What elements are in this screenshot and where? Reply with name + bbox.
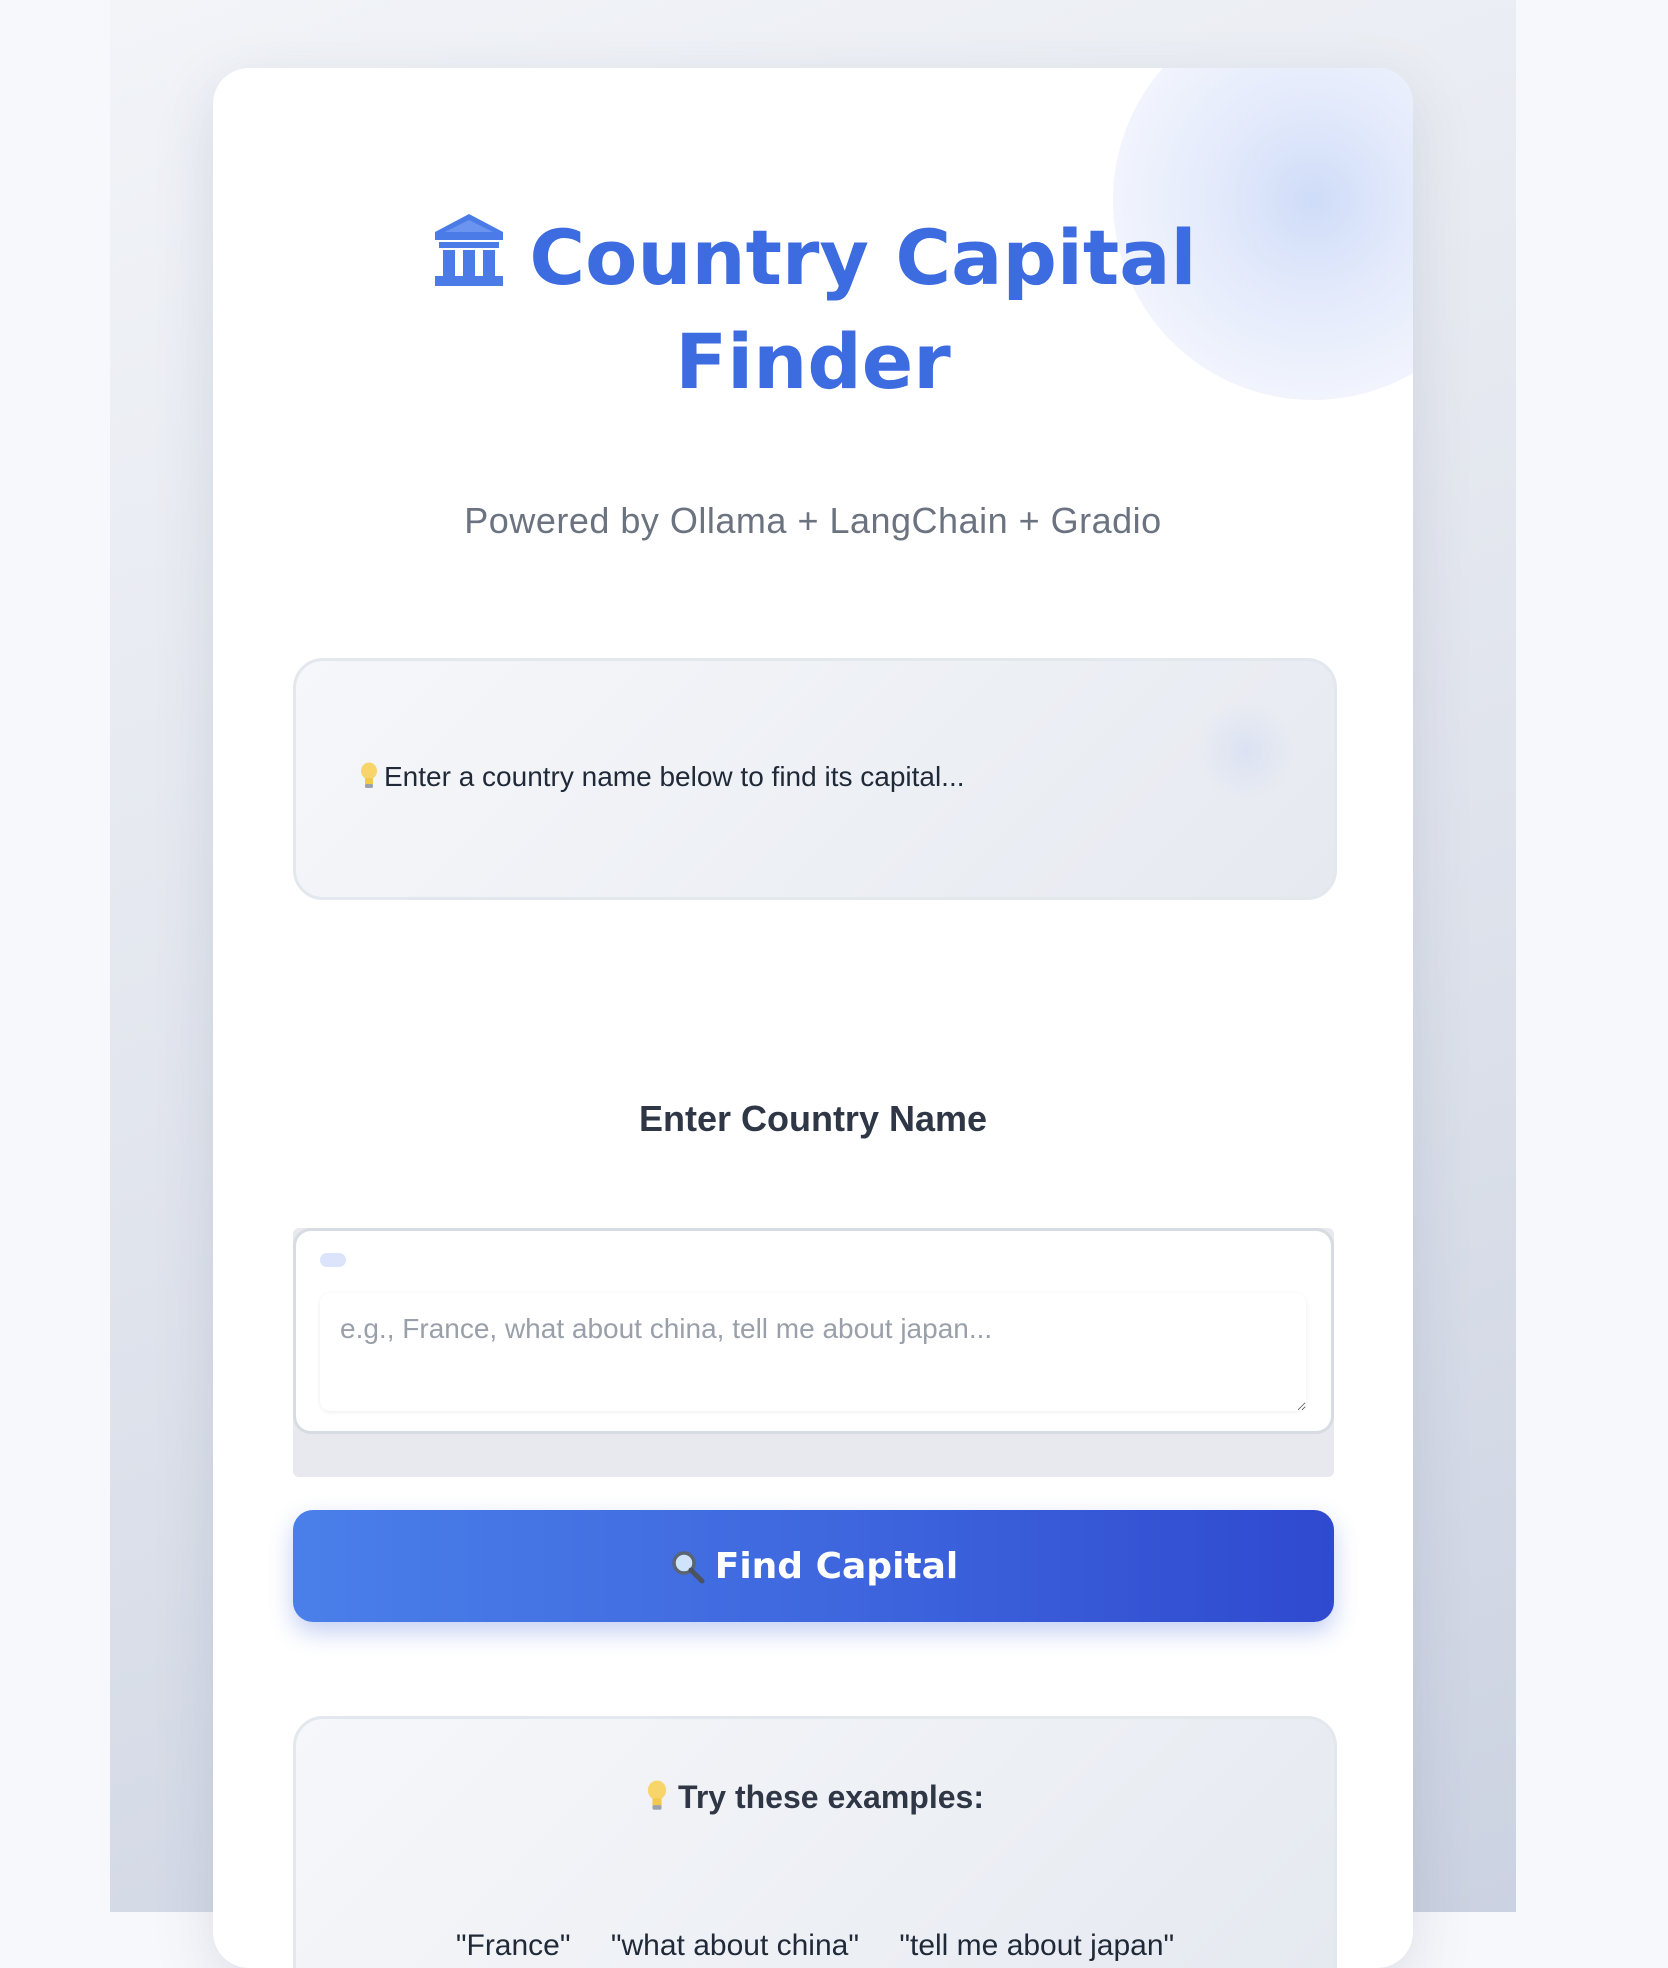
hint-glow [1196,701,1296,801]
example-france[interactable]: "France" [456,1929,571,1963]
output-hint-text: Enter a country name below to find its c… [384,761,965,792]
examples-list: "France" "what about china" "tell me abo… [296,1929,1334,1963]
title-line-1: Country Capital [529,213,1197,302]
magnifying-glass-icon [671,1550,705,1583]
title-line-2: Finder [675,317,951,406]
examples-title: Try these examples: [296,1779,1334,1816]
country-input-label: Enter Country Name [638,1098,988,1139]
example-japan[interactable]: "tell me about japan" [899,1929,1174,1963]
examples-panel: Try these examples: "France" "what about… [293,1716,1337,1968]
lightbulb-icon [361,762,377,788]
country-input[interactable] [320,1293,1306,1411]
page-title: Country Capital Finder [213,206,1413,414]
classical-building-icon [435,214,504,286]
find-capital-label: Find Capital [714,1545,959,1587]
main-card: Country Capital Finder Powered by Ollama… [213,68,1413,1968]
subtitle: Powered by Ollama + LangChain + Gradio [464,500,1162,541]
input-container [293,1228,1334,1477]
input-label-pill [320,1253,346,1267]
examples-title-text: Try these examples: [678,1779,984,1815]
lightbulb-icon [647,1780,667,1810]
input-frame [293,1228,1334,1434]
example-china[interactable]: "what about china" [611,1929,859,1963]
output-box: Enter a country name below to find its c… [293,658,1337,900]
find-capital-button[interactable]: Find Capital [293,1510,1334,1622]
output-hint: Enter a country name below to find its c… [360,761,965,793]
